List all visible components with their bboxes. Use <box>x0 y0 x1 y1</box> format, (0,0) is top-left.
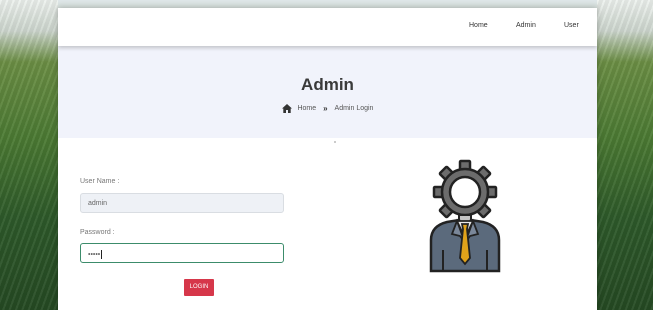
admin-login-card: Home Admin User Admin Home » Admin Login… <box>58 8 597 310</box>
login-button[interactable]: LOGIN <box>184 279 214 296</box>
breadcrumb-home-link[interactable]: Home <box>297 105 316 112</box>
username-label: User Name : <box>80 178 120 185</box>
page-header: Admin Home » Admin Login <box>58 46 597 138</box>
breadcrumb-current: Admin Login <box>334 105 374 112</box>
username-value: admin <box>88 200 108 207</box>
nav-item-user[interactable]: User <box>564 22 579 29</box>
password-value: ••••• <box>88 251 101 259</box>
background-field-right <box>597 0 653 310</box>
breadcrumb: Home » Admin Login <box>58 104 597 113</box>
double-chevron-right-icon: » <box>323 104 328 113</box>
nav-item-admin[interactable]: Admin <box>516 22 536 29</box>
admin-gear-person-icon <box>429 159 501 273</box>
text-cursor <box>101 250 103 259</box>
username-field[interactable]: admin <box>80 193 284 213</box>
page-title: Admin <box>301 75 354 94</box>
home-icon <box>281 104 292 113</box>
password-label: Password : <box>80 229 115 236</box>
password-field[interactable]: ••••• <box>80 243 284 263</box>
background-field-left <box>0 0 58 310</box>
divider-dot <box>334 141 336 143</box>
top-navigation: Home Admin User <box>58 8 597 46</box>
nav-item-home[interactable]: Home <box>469 22 488 29</box>
